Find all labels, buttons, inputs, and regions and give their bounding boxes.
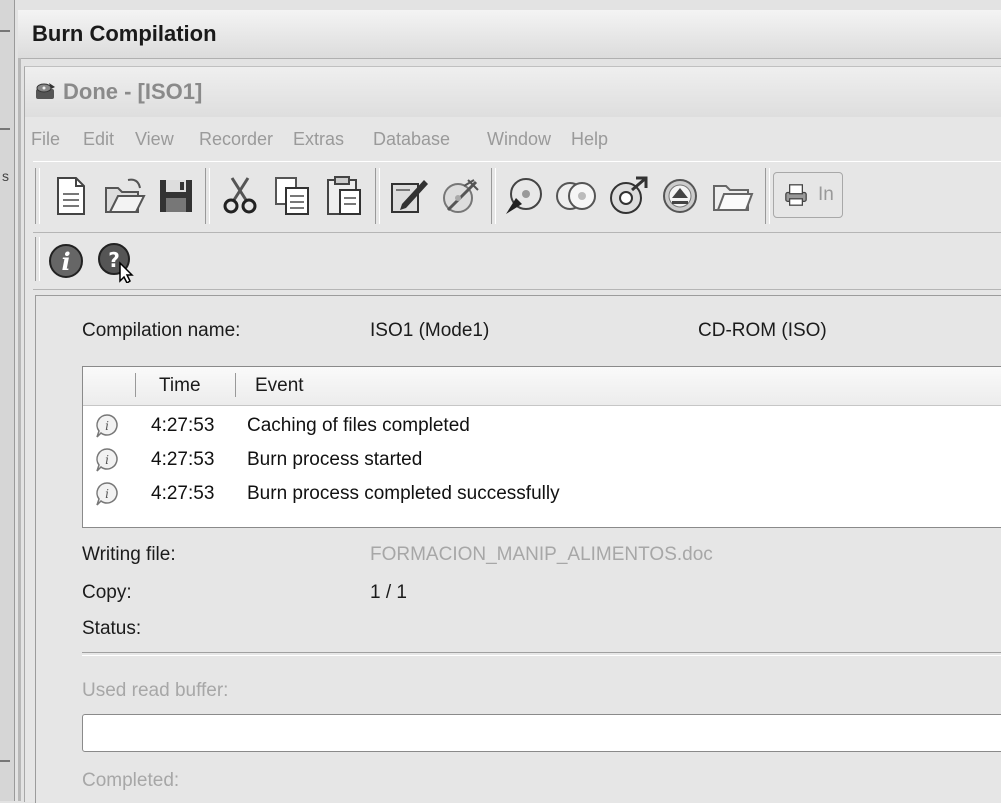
writing-file-value: FORMACION_MANIP_ALIMENTOS.doc — [370, 544, 713, 565]
row-event: Caching of files completed — [247, 415, 470, 436]
background-text-fragment: s — [2, 168, 9, 184]
compilation-type-value: CD-ROM (ISO) — [698, 320, 827, 341]
outer-title-bar[interactable]: Burn Compilation — [18, 10, 1001, 59]
menu-help[interactable]: Help — [571, 129, 608, 150]
info-bubble-icon: i — [96, 414, 118, 438]
copy-value: 1 / 1 — [370, 582, 407, 603]
completed-label: Completed: — [82, 770, 180, 791]
burn-app-icon — [36, 83, 55, 99]
print-button[interactable]: In — [773, 172, 843, 218]
writing-file-label: Writing file: — [82, 544, 176, 565]
copy-label: Copy: — [82, 582, 132, 603]
burn-status-panel: Compilation name: ISO1 (Mode1) CD-ROM (I… — [35, 295, 1001, 803]
column-header-event[interactable]: Event — [255, 375, 304, 397]
table-row[interactable]: i 4:27:53 Caching of files completed — [83, 411, 1001, 445]
info-bubble-icon: i — [96, 448, 118, 472]
write-compilation-icon[interactable] — [383, 170, 433, 222]
disc-burn-icon[interactable] — [603, 170, 653, 222]
copy-icon[interactable] — [267, 170, 317, 222]
row-time: 4:27:53 — [151, 449, 215, 470]
window-title: Done - [ISO1] — [63, 79, 203, 104]
row-time: 4:27:53 — [151, 483, 215, 504]
svg-text:?: ? — [108, 248, 120, 272]
compilation-name-label: Compilation name: — [82, 320, 241, 341]
compilation-name-value: ISO1 (Mode1) — [370, 320, 490, 341]
menu-view[interactable]: View — [135, 129, 174, 150]
mdi-window: Done - [ISO1] File Edit View Recorder Ex… — [24, 66, 1001, 803]
table-row[interactable]: i 4:27:53 Burn process completed success… — [83, 479, 1001, 513]
cut-scissors-icon[interactable] — [215, 170, 265, 222]
cd-info-icon[interactable] — [551, 170, 601, 222]
erase-icon[interactable] — [435, 170, 485, 222]
event-log-table[interactable]: Time Event i 4:27:53 Caching of files co… — [82, 366, 1001, 528]
svg-text:i: i — [61, 247, 70, 276]
table-row[interactable]: i 4:27:53 Burn process started — [83, 445, 1001, 479]
menu-recorder[interactable]: Recorder — [199, 129, 273, 150]
print-button-label: In — [818, 184, 834, 205]
info-bubble-icon: i — [96, 482, 118, 506]
row-event: Burn process completed successfully — [247, 483, 560, 504]
save-disk-icon[interactable] — [151, 170, 201, 222]
menu-extras[interactable]: Extras — [293, 129, 344, 150]
menu-edit[interactable]: Edit — [83, 129, 114, 150]
open-folder-icon[interactable] — [99, 170, 149, 222]
disc-wizard-icon[interactable] — [499, 170, 549, 222]
column-header-time[interactable]: Time — [159, 375, 201, 397]
main-toolbar: In — [33, 161, 1001, 233]
svg-text:i: i — [105, 487, 109, 501]
menu-bar: File Edit View Recorder Extras Database … — [25, 121, 1001, 155]
help-pointer-icon[interactable]: ? — [91, 235, 141, 287]
outer-window-title: Burn Compilation — [32, 21, 217, 46]
window-title-bar[interactable]: Done - [ISO1] — [25, 67, 1001, 117]
background-window-edge: s — [0, 0, 15, 801]
read-buffer-progress-bar — [82, 714, 1001, 752]
menu-database[interactable]: Database — [373, 129, 450, 150]
outer-window-frame — [18, 58, 21, 801]
menu-file[interactable]: File — [31, 129, 60, 150]
row-event: Burn process started — [247, 449, 423, 470]
section-divider — [82, 652, 1001, 656]
svg-text:i: i — [105, 453, 109, 467]
eject-icon[interactable] — [655, 170, 705, 222]
printer-icon — [785, 184, 807, 206]
secondary-toolbar: i ? — [33, 233, 1001, 290]
event-log-header: Time Event — [83, 367, 1001, 406]
row-time: 4:27:53 — [151, 415, 215, 436]
browse-folder-icon[interactable] — [707, 170, 757, 222]
menu-window[interactable]: Window — [487, 129, 551, 150]
read-buffer-label: Used read buffer: — [82, 680, 229, 701]
info-icon[interactable]: i — [41, 235, 91, 287]
status-label: Status: — [82, 618, 142, 639]
svg-text:i: i — [105, 419, 109, 433]
new-document-icon[interactable] — [45, 170, 95, 222]
paste-icon[interactable] — [319, 170, 369, 222]
